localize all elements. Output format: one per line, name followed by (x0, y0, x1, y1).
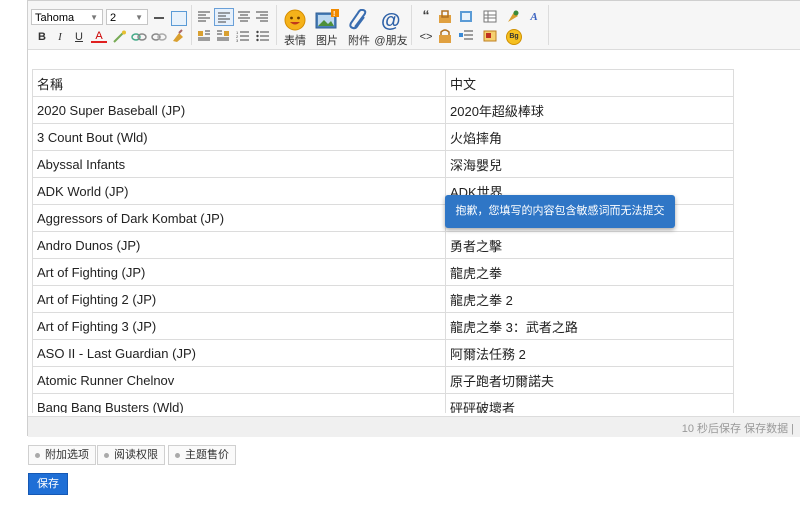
table-cell: 火焰摔角 (445, 123, 734, 151)
editor: Tahoma ▼ 2 ▼ B I U A 1 2 3 表情 ! 图片 附件 @ … (27, 0, 800, 437)
bold-button[interactable]: B (34, 29, 50, 45)
unordered-list-icon[interactable] (256, 30, 270, 43)
table-row: Art of Fighting 2 (JP) 龍虎之拳 2 (32, 285, 734, 313)
mention-friend-label: @朋友 (374, 35, 408, 47)
table-cell: 龍虎之拳 3：武者之路 (445, 312, 734, 340)
italic-button[interactable]: I (52, 29, 68, 45)
table-row: Atomic Runner Chelnov 原子跑者切爾諾夫 (32, 366, 734, 394)
horizontal-rule-icon[interactable] (154, 17, 164, 19)
table-cell: 砰砰破壞者 (445, 393, 734, 413)
hide-content-icon[interactable] (438, 10, 452, 23)
table-cell: Andro Dunos (JP) (32, 231, 446, 259)
read-permission-button[interactable]: 阅读权限 (97, 445, 165, 465)
table-cell: 3 Count Bout (Wld) (32, 123, 446, 151)
flash-icon[interactable] (506, 10, 520, 23)
clear-format-icon[interactable] (171, 29, 185, 42)
table-cell: 勇者之擊 (445, 231, 734, 259)
float-left-icon[interactable] (198, 30, 212, 43)
table-cell: Art of Fighting (JP) (32, 258, 446, 286)
float-right-icon[interactable] (217, 30, 231, 43)
save-button[interactable]: 保存 (28, 473, 68, 495)
table-row: Art of Fighting 3 (JP) 龍虎之拳 3：武者之路 (32, 312, 734, 340)
toolbar-separator (191, 5, 192, 45)
align-center-icon[interactable] (238, 11, 252, 24)
table-cell: 2020 Super Baseball (JP) (32, 96, 446, 124)
image-icon: ! (315, 9, 339, 29)
table-cell: 深海嬰兒 (445, 150, 734, 178)
quote-button[interactable]: “ (418, 7, 434, 23)
svg-text:3: 3 (236, 38, 239, 42)
editor-content[interactable]: 名稱 中文 2020 Super Baseball (JP) 2020年超級棒球 3 C… (32, 69, 734, 413)
table-row: Abyssal Infants 深海嬰兒 (32, 150, 734, 178)
table-cell: Bang Bang Busters (Wld) (32, 393, 446, 413)
table-cell: 2020年超級棒球 (445, 96, 734, 124)
table-row: Art of Fighting (JP) 龍虎之拳 (32, 258, 734, 286)
table-cell: Aggressors of Dark Kombat (JP) (32, 204, 446, 232)
error-tooltip: 抱歉，您填写的内容包含敏感词而无法提交 (445, 195, 675, 228)
game-name-table: 名稱 中文 2020 Super Baseball (JP) 2020年超級棒球 3 C… (32, 69, 734, 413)
table-cell: 原子跑者切爾諾夫 (445, 366, 734, 394)
table-row: 3 Count Bout (Wld) 火焰摔角 (32, 123, 734, 151)
unlink-icon[interactable] (151, 30, 167, 43)
font-family-value: Tahoma (35, 12, 75, 24)
chevron-down-icon: ▼ (90, 13, 98, 22)
font-size-value: 2 (110, 12, 117, 24)
table-cell: 龍虎之拳 (445, 258, 734, 286)
background-color-icon[interactable] (171, 11, 187, 26)
autosave-status[interactable]: 10 秒后保存 保存数据 | (682, 420, 794, 436)
table-icon[interactable] (483, 10, 497, 23)
table-cell: 阿爾法任務 2 (445, 339, 734, 367)
smiley-icon (284, 9, 306, 31)
font-size-select[interactable]: 2 ▼ (106, 9, 148, 25)
ordered-list-icon[interactable]: 123 (236, 30, 250, 43)
editor-statusbar: 10 秒后保存 保存数据 | (28, 416, 800, 437)
thread-price-button[interactable]: 主题售价 (168, 445, 236, 465)
table-header-cell: 中文 (445, 69, 734, 97)
at-icon: @ (381, 10, 401, 31)
toolbar-separator (548, 5, 549, 45)
table-cell: Art of Fighting 2 (JP) (32, 285, 446, 313)
media-icon[interactable] (459, 10, 473, 23)
table-header-row: 名稱 中文 (32, 69, 734, 97)
table-cell: ASO II - Last Guardian (JP) (32, 339, 446, 367)
svg-text:@: @ (381, 10, 401, 31)
align-right-icon[interactable] (256, 11, 270, 24)
paragraph-icon[interactable] (459, 29, 473, 42)
table-cell: ADK World (JP) (32, 177, 446, 205)
toolbar-separator (411, 5, 412, 45)
font-family-select[interactable]: Tahoma ▼ (31, 9, 103, 25)
table-header-cell: 名稱 (32, 69, 446, 97)
table-row: 2020 Super Baseball (JP) 2020年超級棒球 (32, 96, 734, 124)
editor-toolbar: Tahoma ▼ 2 ▼ B I U A 1 2 3 表情 ! 图片 附件 @ … (28, 1, 800, 50)
table-cell: 龍虎之拳 2 (445, 285, 734, 313)
link-icon[interactable] (131, 30, 147, 43)
table-cell: Abyssal Infants (32, 150, 446, 178)
lock-icon[interactable] (438, 29, 452, 43)
align-justify-icon[interactable] (214, 8, 234, 26)
table-row: Bang Bang Busters (Wld) 砰砰破壞者 (32, 393, 734, 413)
free-content-icon[interactable] (483, 29, 497, 42)
table-row: Andro Dunos (JP) 勇者之擊 (32, 231, 734, 259)
table-row: ASO II - Last Guardian (JP) 阿爾法任務 2 (32, 339, 734, 367)
svg-text:!: ! (333, 11, 335, 18)
background-style-icon[interactable]: Bg (506, 29, 522, 45)
paperclip-icon (349, 9, 367, 30)
magic-wand-icon[interactable] (113, 30, 127, 43)
underline-button[interactable]: U (71, 29, 87, 45)
align-left-icon[interactable] (198, 11, 212, 24)
chevron-down-icon: ▼ (135, 13, 143, 22)
code-button[interactable]: <> (418, 29, 434, 45)
table-cell: Atomic Runner Chelnov (32, 366, 446, 394)
extra-options-button[interactable]: 附加选项 (28, 445, 96, 465)
table-cell: Art of Fighting 3 (JP) (32, 312, 446, 340)
font-color-button[interactable]: A (91, 28, 107, 43)
font-style-icon[interactable]: A (526, 9, 542, 25)
mention-friend-button[interactable]: @ @朋友 (371, 5, 411, 47)
